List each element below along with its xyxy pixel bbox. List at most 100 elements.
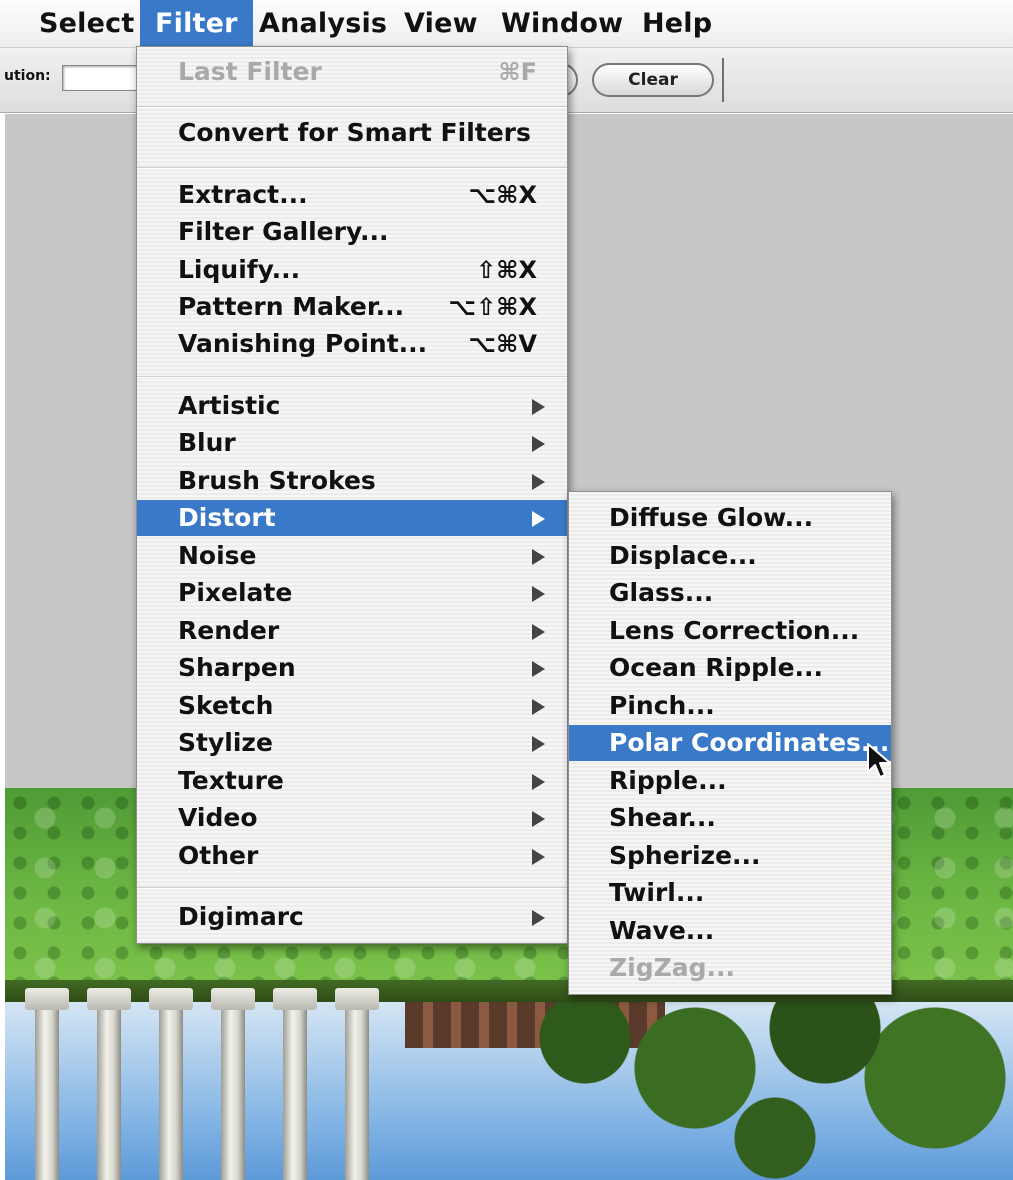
menu-item-pixelate[interactable]: Pixelate xyxy=(137,575,567,611)
menu-item-liquify[interactable]: Liquify... ⇧⌘X xyxy=(137,252,567,288)
menu-item-extract[interactable]: Extract... ⌥⌘X xyxy=(137,177,567,213)
menu-analysis[interactable]: Analysis xyxy=(244,0,402,48)
clear-button[interactable]: Clear xyxy=(592,63,714,97)
submenu-item-label: Glass... xyxy=(609,578,714,607)
submenu-item-ocean-ripple[interactable]: Ocean Ripple... xyxy=(569,650,891,686)
submenu-item-lens-correction[interactable]: Lens Correction... xyxy=(569,613,891,649)
submenu-item-label: Ocean Ripple... xyxy=(609,653,824,682)
menu-separator xyxy=(137,887,567,889)
submenu-item-ripple[interactable]: Ripple... xyxy=(569,763,891,799)
column xyxy=(211,988,255,1180)
trees xyxy=(525,988,1013,1180)
menu-item-distort[interactable]: Distort xyxy=(137,500,567,536)
submenu-arrow-icon xyxy=(532,624,545,640)
menu-item-label: Brush Strokes xyxy=(178,466,376,495)
submenu-item-pinch[interactable]: Pinch... xyxy=(569,688,891,724)
menu-help[interactable]: Help xyxy=(627,0,727,48)
menu-filter[interactable]: Filter xyxy=(140,0,253,48)
menu-item-label: Convert for Smart Filters xyxy=(178,118,531,147)
column xyxy=(335,988,379,1180)
submenu-arrow-icon xyxy=(532,699,545,715)
column xyxy=(25,988,69,1180)
submenu-item-diffuse-glow[interactable]: Diffuse Glow... xyxy=(569,500,891,536)
menu-item-other[interactable]: Other xyxy=(137,838,567,874)
menu-item-shortcut: ⌥⇧⌘X xyxy=(448,293,537,321)
menu-item-sketch[interactable]: Sketch xyxy=(137,688,567,724)
submenu-arrow-icon xyxy=(532,436,545,452)
submenu-item-label: Diffuse Glow... xyxy=(609,503,814,532)
submenu-item-label: Polar Coordinates... xyxy=(609,728,890,757)
menu-item-label: Texture xyxy=(178,766,284,795)
resolution-label: ution: xyxy=(4,68,51,84)
menu-item-label: Digimarc xyxy=(178,902,304,931)
menu-item-shortcut: ⌘F xyxy=(498,58,537,86)
menu-item-stylize[interactable]: Stylize xyxy=(137,725,567,761)
submenu-arrow-icon xyxy=(532,661,545,677)
menu-bar: Select Filter Analysis View Window Help xyxy=(0,0,1013,48)
menu-item-label: Sketch xyxy=(178,691,274,720)
menu-item-sharpen[interactable]: Sharpen xyxy=(137,650,567,686)
submenu-item-wave[interactable]: Wave... xyxy=(569,913,891,949)
menu-select[interactable]: Select xyxy=(24,0,149,48)
submenu-item-displace[interactable]: Displace... xyxy=(569,538,891,574)
menu-item-shortcut: ⇧⌘X xyxy=(476,256,537,284)
menu-item-shortcut: ⌥⌘X xyxy=(468,181,537,209)
menu-item-last-filter[interactable]: Last Filter ⌘F xyxy=(137,54,567,90)
menu-item-video[interactable]: Video xyxy=(137,800,567,836)
options-divider xyxy=(722,58,724,102)
submenu-arrow-icon xyxy=(532,774,545,790)
menu-item-render[interactable]: Render xyxy=(137,613,567,649)
menu-item-shortcut: ⌥⌘V xyxy=(468,330,538,358)
menu-item-label: Noise xyxy=(178,541,257,570)
menu-item-convert-smart-filters[interactable]: Convert for Smart Filters xyxy=(137,115,567,151)
menu-item-label: Distort xyxy=(178,503,276,532)
submenu-item-twirl[interactable]: Twirl... xyxy=(569,875,891,911)
menu-item-digimarc[interactable]: Digimarc xyxy=(137,899,567,935)
menu-item-label: Render xyxy=(178,616,280,645)
submenu-item-label: Spherize... xyxy=(609,841,761,870)
submenu-item-label: Twirl... xyxy=(609,878,705,907)
menu-item-pattern-maker[interactable]: Pattern Maker... ⌥⇧⌘X xyxy=(137,289,567,325)
menu-item-label: Liquify... xyxy=(178,255,301,284)
submenu-arrow-icon xyxy=(532,586,545,602)
menu-item-label: Vanishing Point... xyxy=(178,329,428,358)
menu-item-label: Pattern Maker... xyxy=(178,292,405,321)
submenu-arrow-icon xyxy=(532,474,545,490)
column xyxy=(273,988,317,1180)
menu-item-label: Last Filter xyxy=(178,57,322,86)
menu-item-label: Blur xyxy=(178,428,236,457)
menu-item-label: Other xyxy=(178,841,259,870)
menu-separator xyxy=(137,167,567,169)
menu-separator xyxy=(137,106,567,108)
submenu-arrow-icon xyxy=(532,549,545,565)
menu-window[interactable]: Window xyxy=(486,0,638,48)
distort-submenu: Diffuse Glow... Displace... Glass... Len… xyxy=(568,491,892,995)
menu-item-texture[interactable]: Texture xyxy=(137,763,567,799)
submenu-item-label: Ripple... xyxy=(609,766,727,795)
menu-item-label: Artistic xyxy=(178,391,281,420)
submenu-item-glass[interactable]: Glass... xyxy=(569,575,891,611)
menu-view[interactable]: View xyxy=(389,0,493,48)
submenu-arrow-icon xyxy=(532,399,545,415)
submenu-item-shear[interactable]: Shear... xyxy=(569,800,891,836)
submenu-item-label: ZigZag... xyxy=(609,953,735,982)
menu-item-artistic[interactable]: Artistic xyxy=(137,388,567,424)
column xyxy=(149,988,193,1180)
mouse-pointer-icon xyxy=(867,743,891,778)
submenu-item-spherize[interactable]: Spherize... xyxy=(569,838,891,874)
menu-item-blur[interactable]: Blur xyxy=(137,425,567,461)
submenu-arrow-icon xyxy=(532,811,545,827)
menu-item-vanishing-point[interactable]: Vanishing Point... ⌥⌘V xyxy=(137,326,567,362)
menu-item-noise[interactable]: Noise xyxy=(137,538,567,574)
menu-item-brush-strokes[interactable]: Brush Strokes xyxy=(137,463,567,499)
submenu-arrow-icon xyxy=(532,736,545,752)
submenu-item-polar-coordinates[interactable]: Polar Coordinates... xyxy=(569,725,891,761)
menu-item-label: Video xyxy=(178,803,258,832)
menu-item-label: Stylize xyxy=(178,728,273,757)
submenu-item-zigzag[interactable]: ZigZag... xyxy=(569,950,891,986)
photoshop-screen: Select Filter Analysis View Window Help … xyxy=(0,0,1013,1180)
menu-item-filter-gallery[interactable]: Filter Gallery... xyxy=(137,214,567,250)
menu-item-label: Extract... xyxy=(178,180,308,209)
menu-separator xyxy=(137,376,567,378)
submenu-arrow-icon xyxy=(532,849,545,865)
